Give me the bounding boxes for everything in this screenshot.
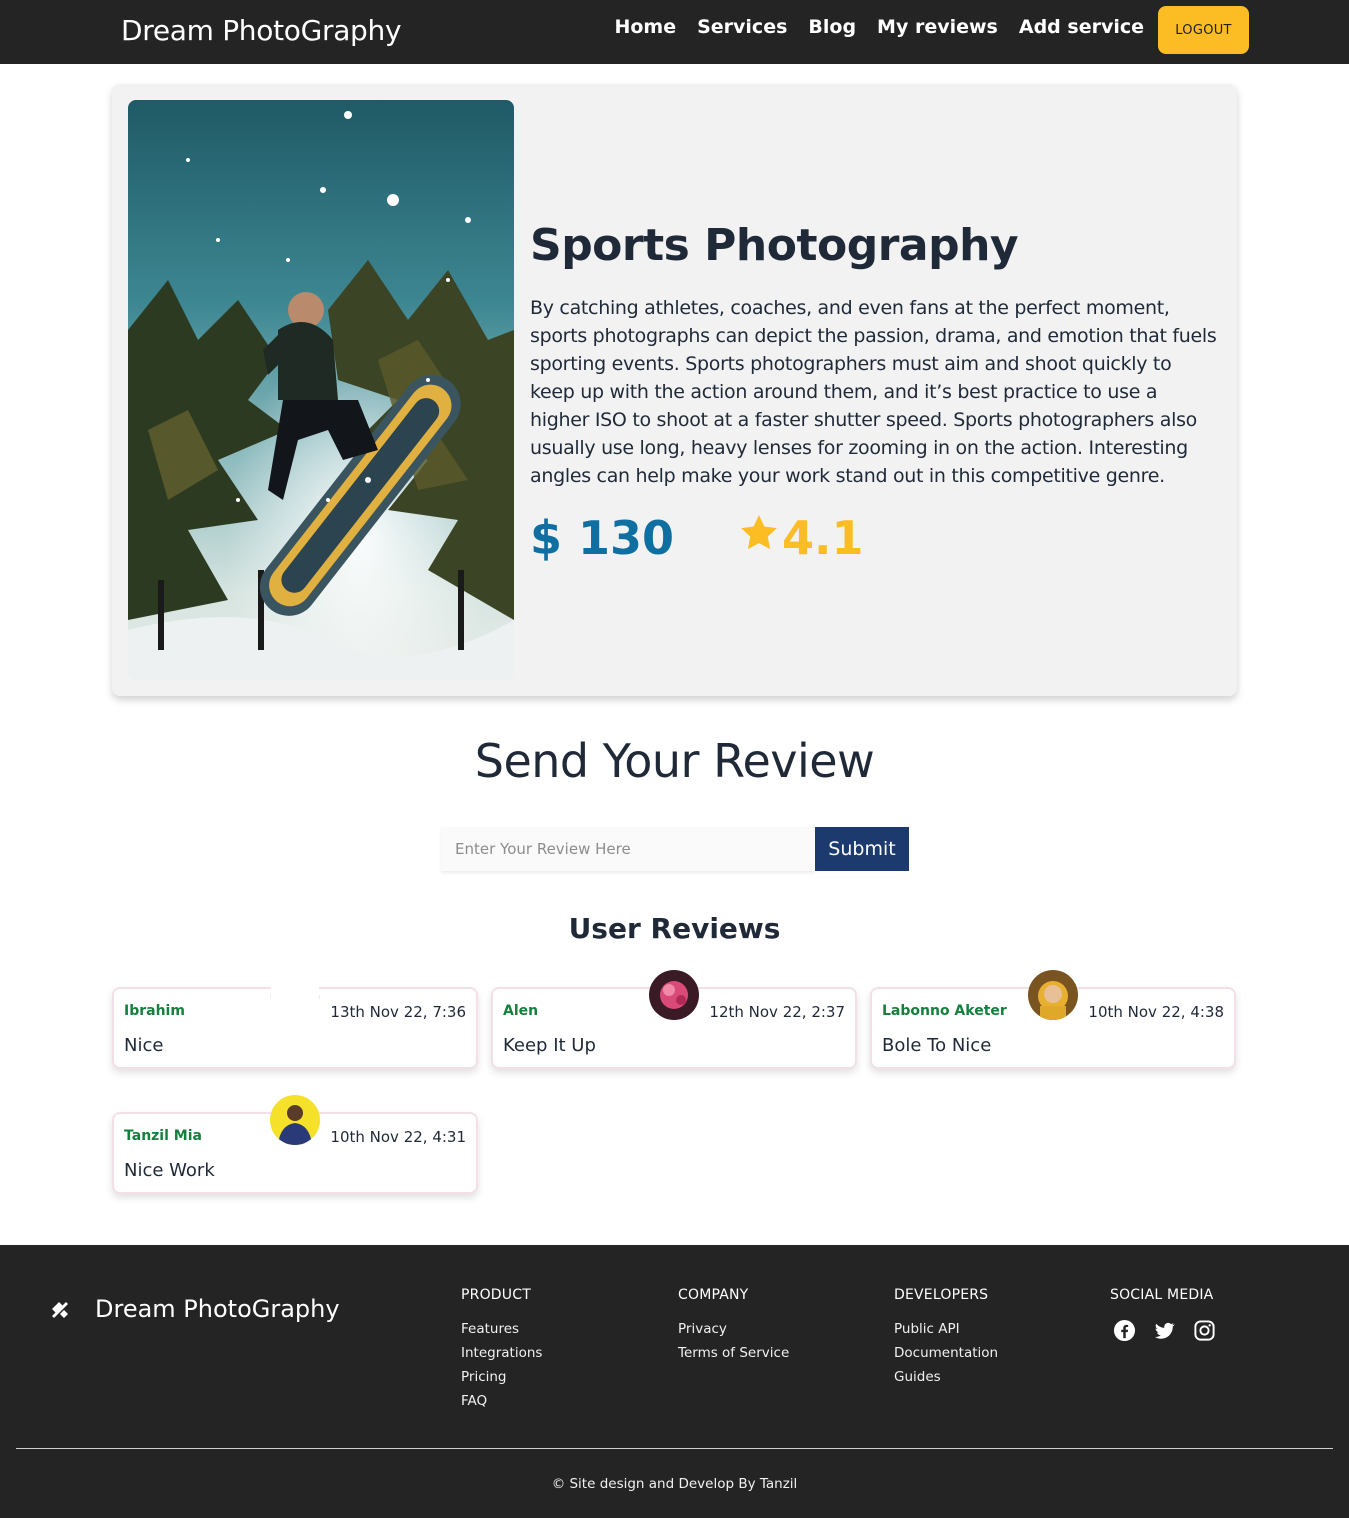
review-text: Bole To Nice <box>882 1035 992 1056</box>
review-card: Alen 12th Nov 22, 2:37 Keep It Up <box>491 970 857 1069</box>
service-price: $ 130 <box>530 511 675 565</box>
service-image <box>128 100 514 680</box>
nav-link-home[interactable]: Home <box>614 16 676 38</box>
star-icon <box>738 511 782 565</box>
footer-link-terms[interactable]: Terms of Service <box>678 1341 789 1365</box>
twitter-icon[interactable] <box>1153 1319 1176 1342</box>
reviewer-name: Labonno Aketer <box>882 1003 1007 1019</box>
reviewer-name: Ibrahim <box>124 1003 185 1019</box>
footer-link-faq[interactable]: FAQ <box>461 1389 542 1413</box>
footer-link-documentation[interactable]: Documentation <box>894 1341 998 1365</box>
facebook-icon[interactable] <box>1113 1319 1136 1342</box>
nav-link-blog[interactable]: Blog <box>808 16 856 38</box>
service-rating: 4.1 <box>738 511 864 565</box>
review-date: 10th Nov 22, 4:38 <box>1088 1003 1224 1021</box>
social-icons <box>1113 1319 1216 1342</box>
footer-column-title: DEVELOPERS <box>894 1287 989 1303</box>
nav-links: Home Services Blog My reviews Add servic… <box>614 16 1144 38</box>
footer-column-developers: DEVELOPERS Public API Documentation Guid… <box>894 1287 998 1389</box>
review-input[interactable] <box>441 827 815 871</box>
review-date: 12th Nov 22, 2:37 <box>709 1003 845 1021</box>
navbar: Dream PhotoGraphy Home Services Blog My … <box>0 0 1349 64</box>
review-card: Ibrahim 13th Nov 22, 7:36 Nice <box>112 970 478 1069</box>
reviewer-avatar <box>270 970 320 1020</box>
footer-column-title: COMPANY <box>678 1287 749 1303</box>
send-review-heading: Send Your Review <box>474 734 875 788</box>
footer-link-features[interactable]: Features <box>461 1317 542 1341</box>
footer-logo-icon <box>49 1299 71 1321</box>
brand-logo-text[interactable]: Dream PhotoGraphy <box>121 14 402 47</box>
reviewer-avatar <box>270 1095 320 1145</box>
footer-column-title: PRODUCT <box>461 1287 531 1303</box>
footer: Dream PhotoGraphy PRODUCT Features Integ… <box>0 1245 1349 1518</box>
logout-button[interactable]: LOGOUT <box>1158 6 1249 54</box>
user-reviews-heading: User Reviews <box>568 912 781 945</box>
submit-review-button[interactable]: Submit <box>815 827 909 871</box>
footer-divider <box>16 1448 1333 1449</box>
reviewer-avatar <box>649 970 699 1020</box>
footer-column-social: SOCIAL MEDIA <box>1110 1287 1216 1342</box>
review-text: Nice Work <box>124 1160 215 1181</box>
footer-link-guides[interactable]: Guides <box>894 1365 998 1389</box>
review-text: Nice <box>124 1035 164 1056</box>
service-description: By catching athletes, coaches, and even … <box>530 297 1217 487</box>
footer-column-company: COMPANY Privacy Terms of Service <box>678 1287 789 1365</box>
instagram-icon[interactable] <box>1193 1319 1216 1342</box>
rating-value: 4.1 <box>782 511 864 565</box>
review-card: Labonno Aketer 10th Nov 22, 4:38 Bole To… <box>870 970 1236 1069</box>
footer-column-title: SOCIAL MEDIA <box>1110 1287 1214 1303</box>
nav-link-services[interactable]: Services <box>697 16 787 38</box>
footer-link-public-api[interactable]: Public API <box>894 1317 998 1341</box>
review-text: Keep It Up <box>503 1035 596 1056</box>
service-detail-card: Sports Photography By catching athletes,… <box>112 84 1237 696</box>
review-card: Tanzil Mia 10th Nov 22, 4:31 Nice Work <box>112 1095 478 1194</box>
copyright-text: © Site design and Develop By Tanzil <box>551 1476 798 1492</box>
nav-link-my-reviews[interactable]: My reviews <box>877 16 998 38</box>
nav-link-add-service[interactable]: Add service <box>1019 16 1144 38</box>
footer-link-pricing[interactable]: Pricing <box>461 1365 542 1389</box>
footer-link-privacy[interactable]: Privacy <box>678 1317 789 1341</box>
reviewer-avatar <box>1028 970 1078 1020</box>
service-title: Sports Photography <box>530 220 1019 271</box>
footer-brand[interactable]: Dream PhotoGraphy <box>95 1295 340 1323</box>
review-date: 13th Nov 22, 7:36 <box>330 1003 466 1021</box>
review-date: 10th Nov 22, 4:31 <box>330 1128 466 1146</box>
reviewer-name: Alen <box>503 1003 539 1019</box>
footer-link-integrations[interactable]: Integrations <box>461 1341 542 1365</box>
reviewer-name: Tanzil Mia <box>124 1128 202 1144</box>
footer-column-product: PRODUCT Features Integrations Pricing FA… <box>461 1287 542 1413</box>
